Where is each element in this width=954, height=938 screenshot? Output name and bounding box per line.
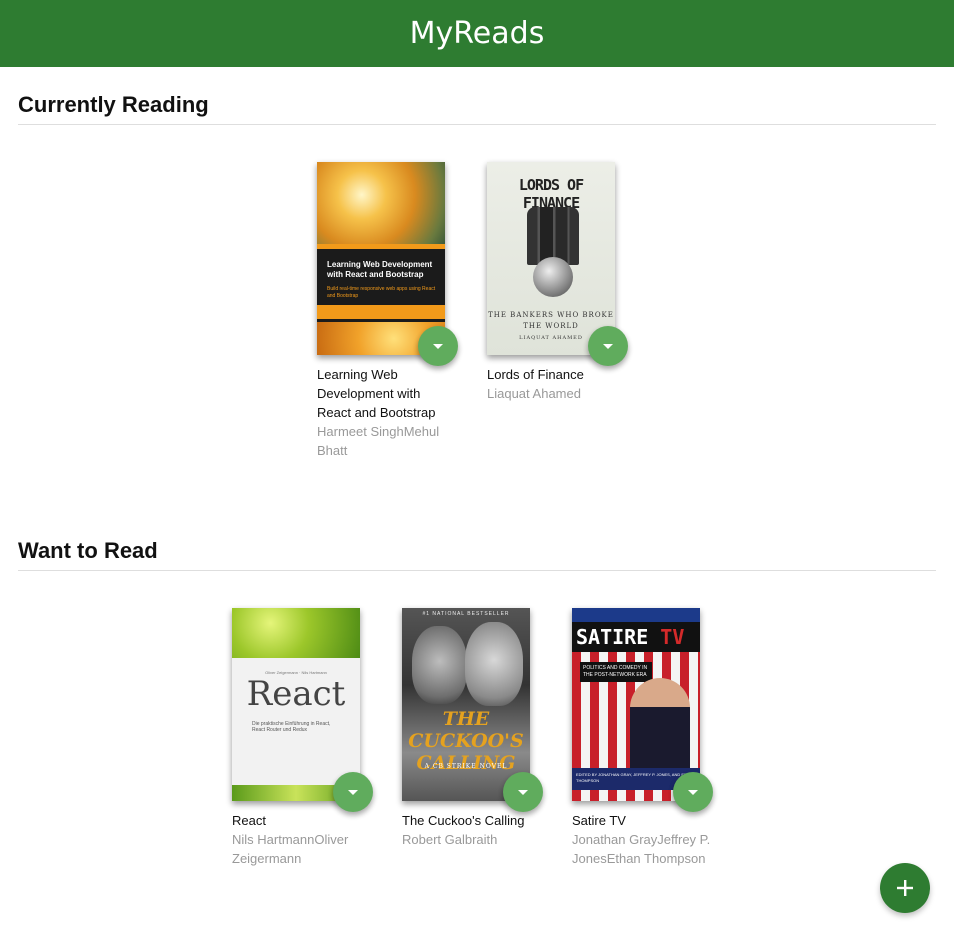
shelf-title: Currently Reading [18,67,936,125]
book-authors: Harmeet SinghMehul Bhatt [317,424,440,458]
book-title: The Cuckoo's Calling [402,813,525,828]
cover-subheading: Build real-time responsive web apps usin… [327,286,436,299]
book-authors: Nils HartmannOliver Zeigermann [232,832,349,866]
triangle-down-icon [518,789,528,795]
cover-art [465,622,523,706]
book-grid: Oliver Zeigermann · Nils Hartmann React … [18,608,936,868]
app-title: MyReads [409,16,545,51]
book-authors: Robert Galbraith [402,832,498,847]
shelf-changer-button[interactable] [333,772,373,812]
book-grid: Learning Web Development with React and … [18,162,936,460]
shelf-want-to-read: Want to Read Oliver Zeigermann · Nils Ha… [0,513,954,868]
shelf-changer-button[interactable] [588,326,628,366]
triangle-down-icon [688,789,698,795]
cover-art [412,626,467,704]
cover-art [232,608,360,658]
book-title: Satire TV [572,813,626,828]
book-item: Learning Web Development with React and … [317,162,467,460]
add-book-button[interactable] [880,863,930,913]
globe-image [533,257,573,297]
book-title: Learning Web Development with React and … [317,367,436,420]
cover-band [317,244,445,249]
cover-subheading: Die praktische Einführung in React, Reac… [252,721,331,733]
cover-subheading: POLITICS AND COMEDY IN THE POST-NETWORK … [580,662,652,682]
cover-heading: Learning Web Development with React and … [327,260,433,279]
cover-strip [317,305,445,319]
book-cover[interactable]: #1 NATIONAL BESTSELLER THE CUCKOO'S CALL… [402,608,530,801]
cover-heading: React [246,674,346,714]
plus-icon [897,880,913,896]
shelf-changer-button[interactable] [418,326,458,366]
shelf-changer-button[interactable] [503,772,543,812]
cover-subheading: A CB STRIKE NOVEL [424,763,508,770]
cover-heading-part: SATIRE [576,625,661,649]
book-cover[interactable]: Learning Web Development with React and … [317,162,445,355]
app-header: MyReads [0,0,954,67]
shelf-changer-button[interactable] [673,772,713,812]
triangle-down-icon [348,789,358,795]
book-title: Lords of Finance [487,367,584,382]
book-authors: Liaquat Ahamed [487,386,581,401]
book-item: Oliver Zeigermann · Nils Hartmann React … [232,608,382,868]
book-title: React [232,813,266,828]
book-item: SATIRE TV POLITICS AND COMEDY IN THE POS… [572,608,722,868]
book-cover[interactable]: Oliver Zeigermann · Nils Hartmann React … [232,608,360,801]
triangle-down-icon [603,343,613,349]
book-item: LORDS OF FINANCE THE BANKERS WHO BROKE T… [487,162,637,460]
cover-art [317,162,445,244]
cover-heading-accent: TV [660,625,685,649]
book-cover[interactable]: SATIRE TV POLITICS AND COMEDY IN THE POS… [572,608,700,801]
cover-top-line: #1 NATIONAL BESTSELLER [422,611,510,617]
shelf-currently-reading: Currently Reading Learning Web Developme… [0,67,954,460]
shelf-title: Want to Read [18,513,936,571]
cover-flag-stars [572,608,700,622]
cover-heading: SATIRE TV [572,622,700,652]
book-cover[interactable]: LORDS OF FINANCE THE BANKERS WHO BROKE T… [487,162,615,355]
book-item: #1 NATIONAL BESTSELLER THE CUCKOO'S CALL… [402,608,552,868]
book-authors: Jonathan GrayJeffrey P. JonesEthan Thomp… [572,832,711,866]
triangle-down-icon [433,343,443,349]
